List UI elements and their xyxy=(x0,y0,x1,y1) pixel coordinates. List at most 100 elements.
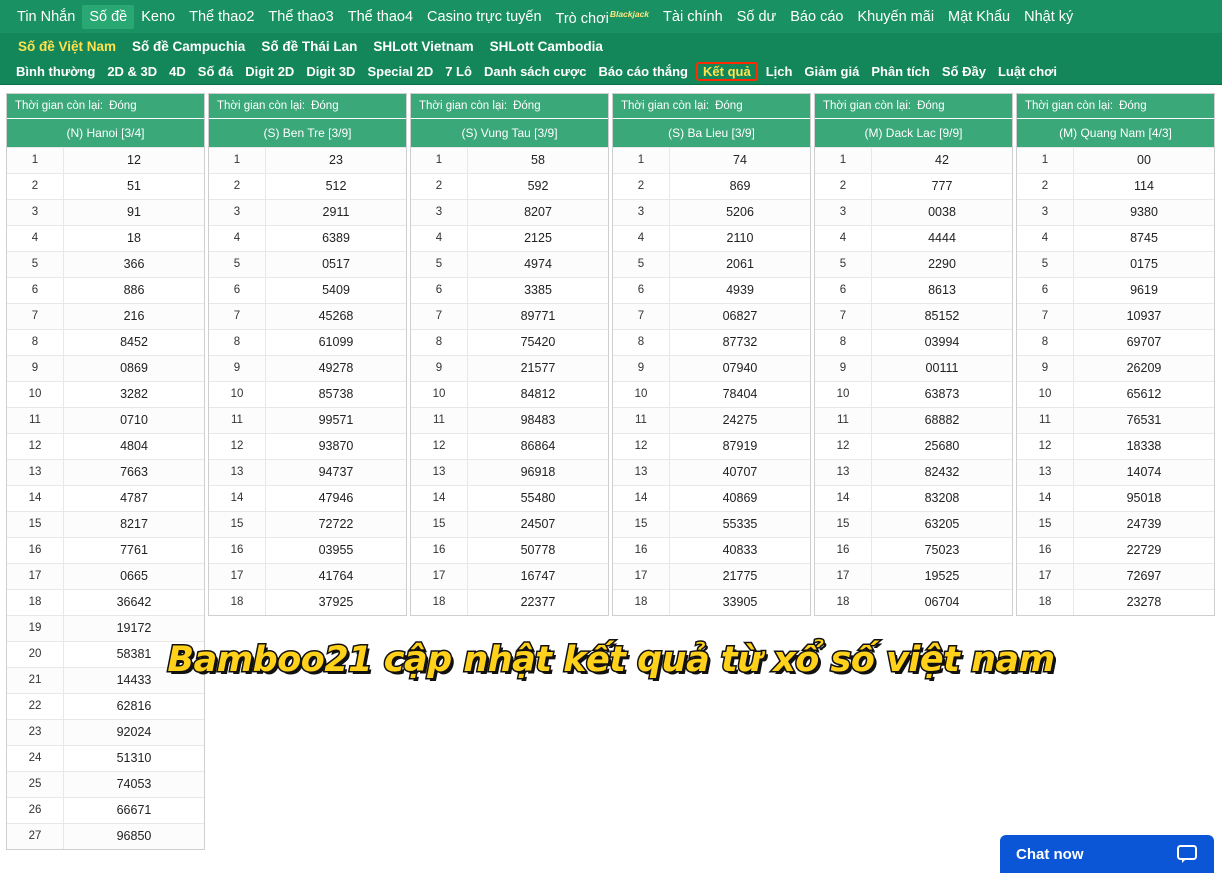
tertiary-nav-item[interactable]: Danh sách cược xyxy=(478,63,592,80)
result-row: 13 14074 xyxy=(1017,459,1214,485)
result-row-number: 21775 xyxy=(722,569,758,583)
result-row-index: 5 xyxy=(209,252,266,277)
result-row-number: 24275 xyxy=(722,413,758,427)
primary-nav-item-label: Casino trực tuyến xyxy=(427,8,542,25)
result-row-index: 17 xyxy=(7,564,64,589)
countdown-label: Thời gian còn lại: xyxy=(15,100,104,112)
primary-nav-item[interactable]: Mật Khẩu xyxy=(941,5,1017,29)
primary-nav-item[interactable]: Thể thao2 xyxy=(182,5,261,29)
result-row-index: 6 xyxy=(613,278,670,303)
result-row: 1 74 xyxy=(613,147,810,173)
result-row-index: 20 xyxy=(7,642,64,667)
result-row-number: 512 xyxy=(325,179,347,193)
result-row: 10 85738 xyxy=(209,381,406,407)
tertiary-nav-item[interactable]: Số Đầy xyxy=(936,63,992,80)
result-row-number: 47946 xyxy=(318,491,354,505)
tertiary-nav-item[interactable]: Báo cáo thắng xyxy=(592,63,694,80)
secondary-nav-item[interactable]: Số đề Thái Lan xyxy=(253,38,365,55)
result-row-number: 96850 xyxy=(116,829,152,843)
result-row-index: 14 xyxy=(209,486,266,511)
result-row-index: 12 xyxy=(411,434,468,459)
card-countdown-row: Thời gian còn lại: Đóng xyxy=(1017,94,1214,119)
primary-nav-item[interactable]: Trò chơiBlackjack xyxy=(549,2,657,31)
result-row: 14 40869 xyxy=(613,485,810,511)
result-row-number: 2290 xyxy=(928,257,956,271)
tertiary-nav-item-selected[interactable]: Kết quả xyxy=(696,62,758,81)
result-row-number: 19525 xyxy=(924,569,960,583)
result-row-number: 22729 xyxy=(1126,543,1162,557)
result-row-index: 18 xyxy=(411,590,468,615)
result-row-number: 2061 xyxy=(726,257,754,271)
result-row-index: 16 xyxy=(815,538,872,563)
countdown-value: Đóng xyxy=(917,100,945,112)
tertiary-nav-item[interactable]: Bình thường xyxy=(10,63,101,80)
primary-nav-item[interactable]: Khuyến mãi xyxy=(850,5,941,29)
primary-nav-item[interactable]: Báo cáo xyxy=(783,5,850,29)
result-row: 9 49278 xyxy=(209,355,406,381)
lottery-card: Thời gian còn lại: Đóng (S) Ben Tre [3/9] 1… xyxy=(208,93,407,616)
tertiary-nav-item[interactable]: Số đá xyxy=(192,63,239,80)
result-row-number: 72697 xyxy=(1126,569,1162,583)
tertiary-nav-item[interactable]: Luật chơi xyxy=(992,63,1063,80)
result-row: 15 24507 xyxy=(411,511,608,537)
primary-nav-item[interactable]: Số đề xyxy=(82,4,135,29)
primary-nav-item[interactable]: Tài chính xyxy=(656,5,730,29)
lottery-card-title[interactable]: (S) Ben Tre [3/9] xyxy=(209,119,406,147)
tertiary-nav-item[interactable]: 7 Lô xyxy=(439,63,478,80)
result-row: 13 94737 xyxy=(209,459,406,485)
primary-nav-item[interactable]: Keno xyxy=(134,5,182,29)
result-row-number: 18338 xyxy=(1126,439,1162,453)
result-row: 12 86864 xyxy=(411,433,608,459)
result-row-number: 62816 xyxy=(116,699,152,713)
lottery-card-title[interactable]: (M) Quang Nam [4/3] xyxy=(1017,119,1214,147)
tertiary-nav-item[interactable]: Digit 2D xyxy=(239,63,300,80)
result-row: 17 72697 xyxy=(1017,563,1214,589)
tertiary-nav-item[interactable]: 4D xyxy=(163,63,192,80)
result-row: 1 42 xyxy=(815,147,1012,173)
secondary-nav-item[interactable]: SHLott Cambodia xyxy=(482,38,611,55)
tertiary-nav-item[interactable]: Digit 3D xyxy=(300,63,361,80)
lottery-card-title[interactable]: (M) Dack Lac [9/9] xyxy=(815,119,1012,147)
result-row-number: 03955 xyxy=(318,543,354,557)
primary-nav-item[interactable]: Nhật ký xyxy=(1017,5,1080,29)
tertiary-nav-item[interactable]: Special 2D xyxy=(361,63,439,80)
result-row-number: 63205 xyxy=(924,517,960,531)
result-row-number: 4444 xyxy=(928,231,956,245)
secondary-nav-item[interactable]: SHLott Vietnam xyxy=(365,38,481,55)
lottery-card-title[interactable]: (S) Vung Tau [3/9] xyxy=(411,119,608,147)
result-row: 12 93870 xyxy=(209,433,406,459)
result-row-number: 98483 xyxy=(520,413,556,427)
tertiary-nav-item[interactable]: Lịch xyxy=(760,63,799,80)
result-row: 13 40707 xyxy=(613,459,810,485)
secondary-nav-item[interactable]: Số đề Campuchia xyxy=(124,38,253,55)
result-row-index: 14 xyxy=(7,486,64,511)
result-row-index: 17 xyxy=(815,564,872,589)
tertiary-nav-item[interactable]: 2D & 3D xyxy=(101,63,163,80)
result-row-number: 69707 xyxy=(1126,335,1162,349)
secondary-nav-item[interactable]: Số đề Việt Nam xyxy=(10,38,124,55)
primary-nav-item[interactable]: Số dư xyxy=(730,5,784,29)
result-row-number: 869 xyxy=(729,179,751,193)
primary-nav-item[interactable]: Thể thao4 xyxy=(341,5,420,29)
primary-nav-item-label: Mật Khẩu xyxy=(948,8,1011,25)
result-row: 16 75023 xyxy=(815,537,1012,563)
result-row: 15 72722 xyxy=(209,511,406,537)
result-row-index: 8 xyxy=(815,330,872,355)
primary-nav-item[interactable]: Thể thao3 xyxy=(261,5,340,29)
lottery-card-title[interactable]: (N) Hanoi [3/4] xyxy=(7,119,204,147)
result-row-number: 07940 xyxy=(722,361,758,375)
result-row: 11 24275 xyxy=(613,407,810,433)
result-row-number: 26209 xyxy=(1126,361,1162,375)
chat-now-button[interactable]: Chat now xyxy=(1000,835,1214,873)
primary-nav-item[interactable]: Casino trực tuyến xyxy=(420,5,548,29)
result-row-number: 00111 xyxy=(925,361,959,375)
tertiary-nav-item[interactable]: Giảm giá xyxy=(798,63,865,80)
result-row: 5 0175 xyxy=(1017,251,1214,277)
primary-nav-item[interactable]: Tin Nhắn xyxy=(10,5,82,29)
result-row-index: 3 xyxy=(613,200,670,225)
result-row: 5 4974 xyxy=(411,251,608,277)
result-row-index: 24 xyxy=(7,746,64,771)
lottery-card-title[interactable]: (S) Ba Lieu [3/9] xyxy=(613,119,810,147)
tertiary-nav-item[interactable]: Phân tích xyxy=(865,63,936,80)
result-row-index: 6 xyxy=(411,278,468,303)
